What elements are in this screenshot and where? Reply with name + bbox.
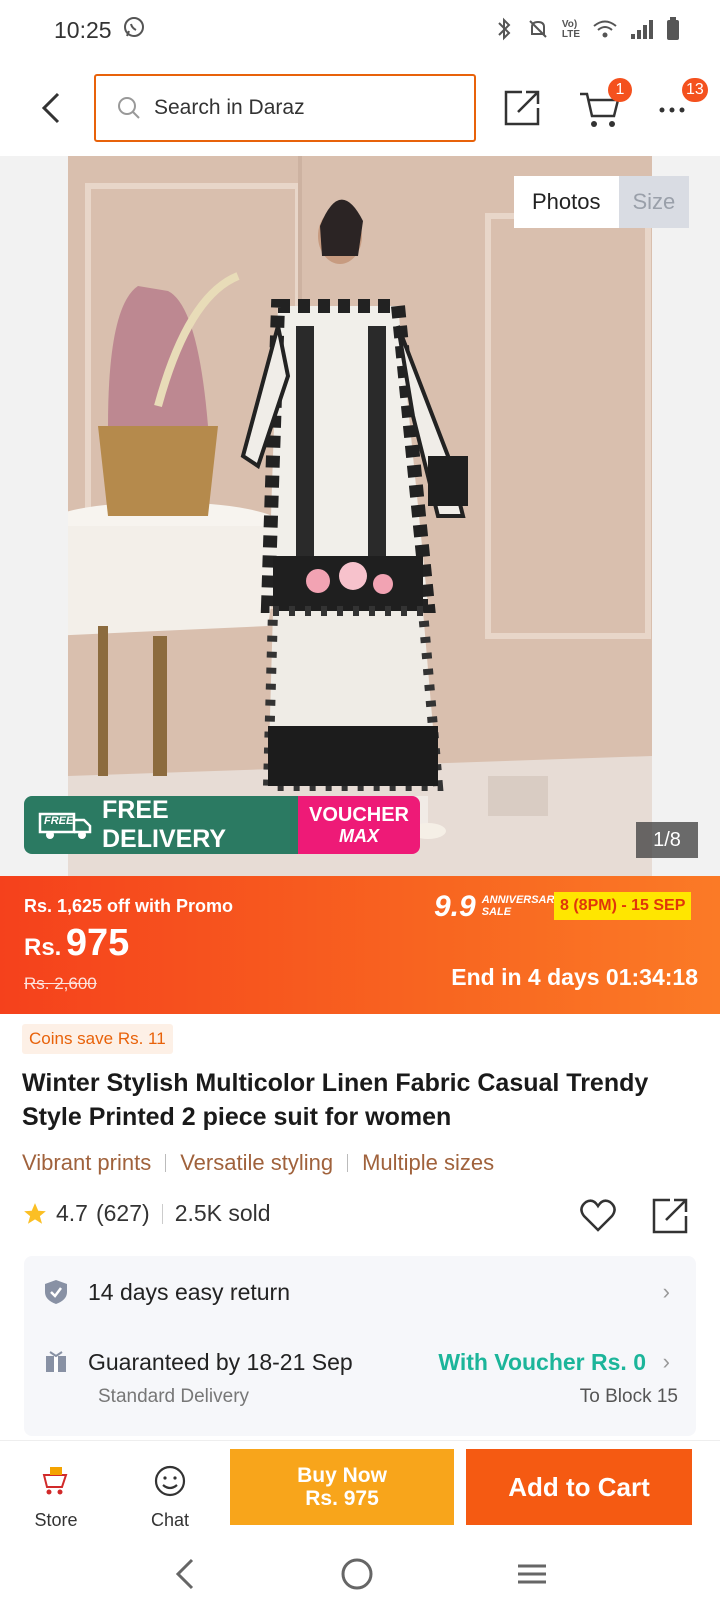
- top-bar: Search in Daraz 1 13: [0, 60, 720, 156]
- sale-title-line2: SALE: [481, 906, 512, 918]
- chat-button[interactable]: Chat: [132, 1465, 208, 1531]
- volte-icon: Vo) LTE: [561, 19, 580, 40]
- system-navigation-bar: [0, 1540, 720, 1612]
- price-amount: 975: [65, 922, 130, 964]
- tab-size[interactable]: Size: [618, 176, 690, 228]
- feature-tag: Vibrant prints: [22, 1150, 152, 1175]
- signal-icon: [630, 18, 654, 43]
- return-policy-text: 14 days easy return: [88, 1278, 291, 1305]
- recents-icon: [518, 1564, 547, 1583]
- delivery-truck-icon: FREE: [36, 810, 94, 840]
- product-photo[interactable]: [68, 156, 652, 876]
- share-button[interactable]: [500, 86, 544, 130]
- buy-now-button[interactable]: Buy Now Rs. 975: [230, 1449, 454, 1525]
- bottom-action-bar: Store Chat Buy Now Rs. 975 Add to Cart: [0, 1440, 720, 1540]
- return-policy-row[interactable]: 14 days easy return ›: [44, 1272, 684, 1312]
- system-home-button[interactable]: [339, 1556, 375, 1597]
- voucher-label: VOUCHER: [308, 804, 409, 826]
- free-delivery-label: FREE DELIVERY: [102, 796, 227, 853]
- sold-count: 2.5K sold: [174, 1200, 271, 1226]
- cart-count-badge: 1: [608, 78, 632, 102]
- buy-now-price: Rs. 975: [305, 1487, 379, 1510]
- system-recents-button[interactable]: [514, 1556, 550, 1597]
- status-time: 10:25: [54, 16, 112, 43]
- feature-tag: Multiple sizes: [362, 1150, 495, 1175]
- sale-number: 9.9: [434, 890, 476, 923]
- delivery-guarantee-text: Guaranteed by 18-21 Sep: [88, 1348, 353, 1375]
- feature-tag: Versatile styling: [180, 1150, 334, 1175]
- notification-count-badge: 13: [682, 78, 708, 102]
- chevron-right-icon: ›: [662, 1349, 670, 1374]
- review-count: (627): [95, 1200, 150, 1226]
- bluetooth-icon: [494, 17, 514, 44]
- sale-countdown: End in 4 days 01:34:18: [451, 964, 698, 990]
- heart-icon: [580, 1199, 616, 1232]
- rating-row[interactable]: 4.7 (627) 2.5K sold: [22, 1200, 271, 1227]
- back-button[interactable]: [30, 86, 70, 130]
- delivery-row[interactable]: Guaranteed by 18-21 Sep With Voucher Rs.…: [44, 1342, 684, 1382]
- star-icon: [24, 1202, 46, 1224]
- gallery-tabs: Photos Size: [514, 176, 690, 228]
- price-banner: Rs. 1,625 off with Promo Rs. 975 Rs. 2,6…: [0, 876, 720, 1014]
- share-icon: [504, 90, 540, 126]
- divider: [161, 1203, 163, 1224]
- delivery-voucher-text[interactable]: With Voucher Rs. 0: [438, 1349, 646, 1376]
- delivery-location: To Block 15: [579, 1386, 678, 1407]
- sale-logo: 9.9 ANNIVERSARY SALE: [434, 890, 562, 924]
- tab-photos[interactable]: Photos: [514, 176, 619, 228]
- chevron-right-icon: ›: [662, 1279, 670, 1304]
- whatsapp-icon: [122, 15, 146, 45]
- store-label: Store: [34, 1510, 78, 1530]
- product-title: Winter Stylish Multicolor Linen Fabric C…: [22, 1069, 649, 1131]
- photo-counter: 1/8: [636, 822, 698, 858]
- buy-now-label: Buy Now: [297, 1463, 387, 1487]
- store-logo-icon: [42, 1467, 68, 1495]
- wifi-icon: [592, 18, 618, 43]
- cart-button[interactable]: 1: [578, 78, 632, 130]
- search-icon: [118, 97, 140, 119]
- store-button[interactable]: Store: [18, 1465, 94, 1531]
- service-info-card: 14 days easy return › Guaranteed by 18-2…: [24, 1256, 696, 1436]
- sale-title: ANNIVERSARY SALE: [482, 895, 562, 918]
- voucher-max-label: MAX: [339, 826, 379, 846]
- package-icon: [46, 1351, 66, 1372]
- free-delivery-banner: FREE FREE DELIVERY VOUCHER MAX: [24, 796, 420, 854]
- divider: [347, 1154, 349, 1172]
- chevron-left-icon: [175, 1558, 193, 1589]
- status-bar: 10:25 Vo) LTE: [0, 0, 720, 60]
- share-icon: [652, 1198, 688, 1234]
- price-currency: Rs.: [24, 934, 62, 961]
- search-placeholder: Search in Daraz: [154, 96, 305, 119]
- original-price: Rs. 2,600: [24, 974, 97, 993]
- chat-label: Chat: [150, 1510, 190, 1530]
- system-back-button[interactable]: [170, 1556, 200, 1597]
- free-badge-text: FREE: [44, 815, 74, 827]
- home-circle-icon: [341, 1558, 373, 1589]
- more-menu-button[interactable]: 13: [656, 78, 708, 130]
- shield-icon: [45, 1280, 67, 1304]
- rating-value: 4.7: [56, 1200, 88, 1226]
- search-input[interactable]: Search in Daraz: [94, 74, 476, 142]
- delivery-type: Standard Delivery: [98, 1386, 250, 1407]
- promo-text: Rs. 1,625 off with Promo: [24, 896, 234, 916]
- sale-title-line1: ANNIVERSARY: [481, 894, 562, 907]
- current-price: Rs. 975: [24, 922, 129, 965]
- feature-tags: Vibrant prints Versatile styling Multipl…: [22, 1150, 494, 1176]
- coins-badge: Coins save Rs. 11: [22, 1024, 173, 1054]
- add-to-cart-button[interactable]: Add to Cart: [466, 1449, 692, 1525]
- battery-icon: [666, 16, 680, 44]
- divider: [165, 1154, 167, 1172]
- mute-icon: [526, 17, 550, 44]
- back-arrow-icon: [41, 92, 60, 124]
- wishlist-button[interactable]: [578, 1196, 622, 1240]
- share-product-button[interactable]: [650, 1196, 694, 1240]
- chat-icon: [154, 1465, 186, 1497]
- sale-dates: 8 (8PM) - 15 SEP: [554, 892, 692, 920]
- product-gallery[interactable]: Photos Size FREE FREE DELIVERY VOUCHER M…: [0, 156, 720, 876]
